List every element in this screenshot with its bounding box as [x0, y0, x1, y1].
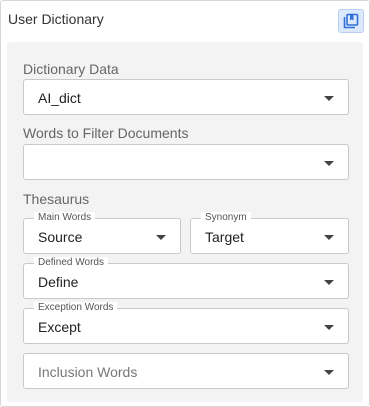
thesaurus-label: Thesaurus — [23, 191, 90, 207]
defined-words-value: Define — [38, 274, 79, 290]
panel-title: User Dictionary — [8, 11, 104, 27]
panel-header: User Dictionary — [1, 1, 369, 39]
defined-words-label: Defined Words — [34, 257, 108, 269]
main-words-label: Main Words — [34, 212, 96, 224]
chevron-down-icon — [324, 161, 334, 166]
exception-words-label: Exception Words — [34, 302, 118, 314]
chevron-down-icon — [324, 370, 334, 375]
filter-documents-label: Words to Filter Documents — [23, 125, 189, 141]
exception-words-value: Except — [38, 319, 81, 335]
dictionary-data-value: AI_dict — [38, 90, 81, 106]
chevron-down-icon — [324, 235, 334, 240]
chevron-down-icon — [156, 235, 166, 240]
synonym-select[interactable]: Synonym Target — [190, 212, 349, 254]
main-words-value: Source — [38, 229, 83, 245]
save-icon — [343, 13, 359, 29]
chevron-down-icon — [324, 325, 334, 330]
main-words-select[interactable]: Main Words Source — [23, 212, 181, 254]
synonym-value: Target — [205, 229, 244, 245]
user-dictionary-panel: User Dictionary Dictionary Data AI_dict … — [0, 0, 370, 407]
save-button[interactable] — [338, 9, 364, 33]
panel-body: Dictionary Data AI_dict Words to Filter … — [7, 42, 363, 402]
inclusion-words-select[interactable]: Inclusion Words — [23, 353, 349, 389]
chevron-down-icon — [324, 280, 334, 285]
synonym-label: Synonym — [201, 212, 251, 224]
dictionary-data-label: Dictionary Data — [23, 61, 119, 77]
chevron-down-icon — [324, 96, 334, 101]
filter-documents-select[interactable] — [23, 144, 349, 180]
dictionary-data-select[interactable]: AI_dict — [23, 79, 349, 115]
inclusion-words-placeholder: Inclusion Words — [38, 364, 138, 380]
exception-words-select[interactable]: Exception Words Except — [23, 302, 349, 344]
defined-words-select[interactable]: Defined Words Define — [23, 257, 349, 299]
